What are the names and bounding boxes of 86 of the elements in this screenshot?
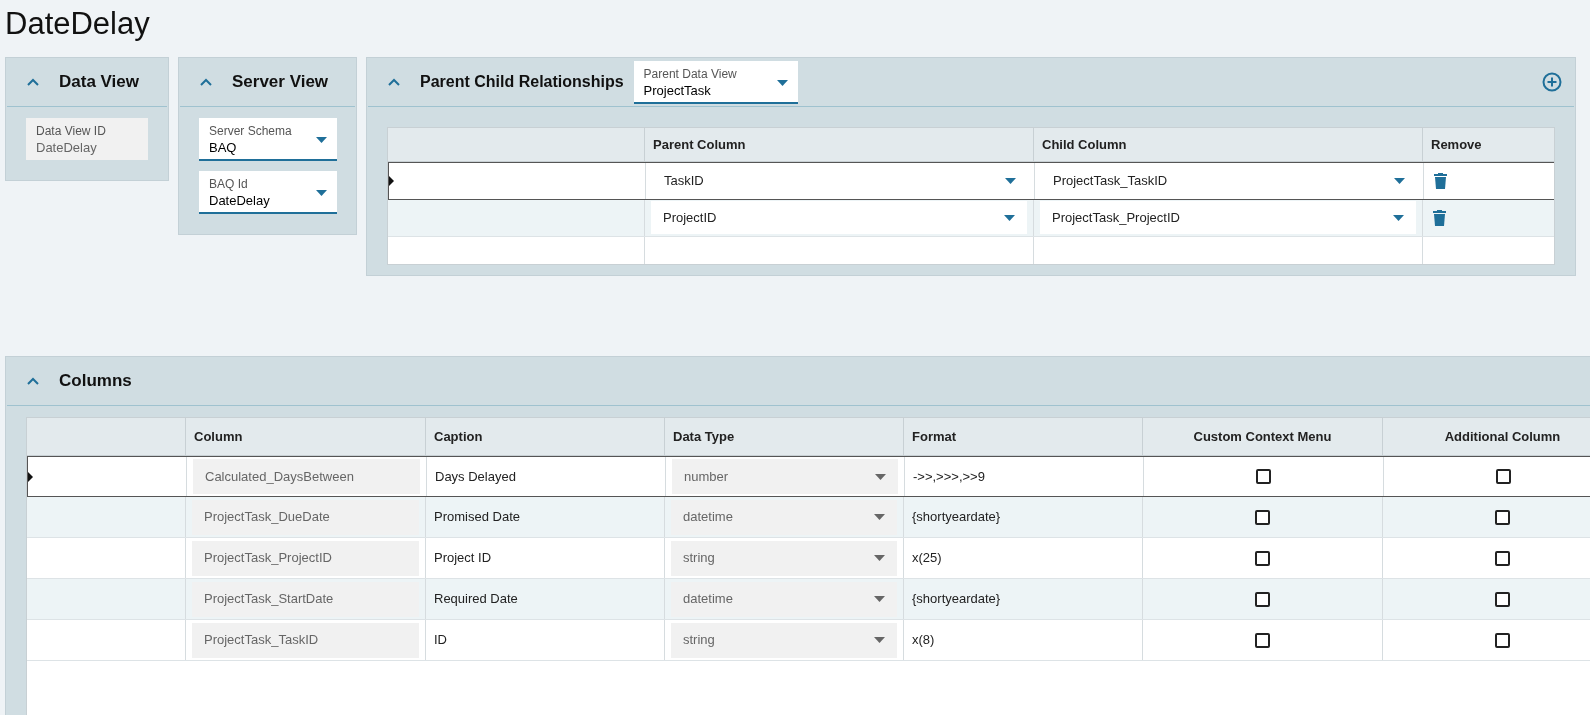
field-value: ProjectTask [643, 81, 712, 99]
column-header[interactable]: Data Type [665, 418, 904, 455]
caret-icon [1005, 178, 1016, 185]
caret-icon [776, 79, 788, 86]
dropdown-field[interactable]: BAQ Id DateDelay [199, 171, 337, 214]
column-header[interactable]: Remove [1423, 128, 1554, 162]
table-row[interactable]: TaskID ProjectTask_TaskID [388, 162, 1554, 200]
field-label: Data View ID [36, 124, 107, 139]
panel-title: Data View [59, 71, 139, 94]
table-row[interactable]: ProjectTask_TaskID ID string x(8) [27, 620, 1590, 661]
chevron-up-icon[interactable] [27, 78, 39, 86]
panel-title: Columns [59, 370, 132, 393]
caption-cell[interactable]: ID [426, 620, 665, 660]
panel-title: Server View [232, 71, 329, 94]
trash-icon[interactable] [1434, 173, 1447, 190]
caret-icon [874, 596, 885, 602]
field-label: Server Schema [209, 124, 293, 139]
chevron-up-icon[interactable] [200, 78, 212, 86]
field-label: Parent Data View [643, 66, 738, 82]
checkbox[interactable] [1255, 632, 1270, 648]
column-header[interactable]: Format [904, 418, 1143, 455]
dropdown-field[interactable]: Parent Data View ProjectTask [633, 60, 798, 104]
caret-icon [874, 637, 885, 643]
data-type-dropdown[interactable]: string [671, 540, 897, 576]
caption-cell[interactable]: Required Date [426, 579, 665, 619]
format-cell[interactable]: {shortyeardate} [904, 497, 1143, 537]
current-row-icon [389, 176, 394, 187]
checkbox[interactable] [1495, 550, 1510, 566]
column-header[interactable]: Caption [426, 418, 665, 455]
field-value: DateDelay [209, 192, 271, 209]
column-header[interactable]: Additional Column [1383, 418, 1590, 455]
panel-title: Parent Child Relationships [420, 72, 624, 92]
table-row[interactable]: ProjectID ProjectTask_ProjectID [388, 199, 1554, 237]
trash-icon[interactable] [1433, 209, 1446, 226]
format-cell[interactable]: ->>,>>>,>>9 [905, 457, 1144, 496]
column-name-field[interactable]: ProjectTask_StartDate [192, 581, 419, 617]
add-circle-icon[interactable] [1542, 72, 1562, 92]
parent-column-dropdown[interactable]: ProjectID [651, 201, 1027, 235]
column-header[interactable]: Parent Column [645, 128, 1034, 162]
caption-cell[interactable]: Promised Date [426, 497, 665, 537]
checkbox[interactable] [1255, 591, 1270, 607]
field-value: BAQ [209, 139, 238, 156]
checkbox[interactable] [1496, 469, 1511, 484]
column-name-field[interactable]: Calculated_DaysBetween [193, 459, 420, 494]
column-name-field[interactable]: ProjectTask_ProjectID [192, 540, 419, 576]
caret-icon [874, 555, 885, 561]
data-type-dropdown[interactable]: datetime [671, 581, 897, 617]
caret-icon [875, 473, 886, 480]
format-cell[interactable]: x(25) [904, 538, 1143, 578]
column-name-field[interactable]: ProjectTask_DueDate [192, 499, 419, 535]
page-title: DateDelay [4, 5, 151, 43]
caret-icon [874, 514, 885, 520]
checkbox[interactable] [1495, 509, 1510, 525]
caret-icon [1393, 214, 1404, 221]
caret-icon [1004, 214, 1015, 221]
chevron-up-icon[interactable] [27, 377, 39, 385]
format-cell[interactable]: {shortyeardate} [904, 579, 1143, 619]
child-column-dropdown[interactable]: ProjectTask_ProjectID [1040, 201, 1416, 235]
table-row[interactable]: ProjectTask_StartDate Required Date datetime {shortyeardate} [27, 579, 1590, 620]
field-label: BAQ Id [209, 177, 249, 192]
caret-icon [316, 190, 327, 196]
data-type-dropdown[interactable]: number [672, 459, 898, 494]
caption-cell[interactable]: Days Delayed [427, 457, 666, 496]
table-row[interactable]: Calculated_DaysBetween Days Delayed number ->>,>>>,>>9 [27, 456, 1590, 497]
checkbox[interactable] [1255, 509, 1270, 525]
format-cell[interactable]: x(8) [904, 620, 1143, 660]
chevron-up-icon[interactable] [388, 78, 400, 86]
caret-icon [316, 137, 327, 143]
caption-cell[interactable]: Project ID [426, 538, 665, 578]
data-type-dropdown[interactable]: string [671, 622, 897, 658]
column-header[interactable]: Column [186, 418, 426, 455]
field-value: DateDelay [36, 139, 98, 157]
column-header[interactable]: Custom Context Menu [1143, 418, 1383, 455]
dropdown-field[interactable]: Server Schema BAQ [199, 118, 337, 161]
checkbox[interactable] [1495, 632, 1510, 648]
caret-icon [1394, 178, 1405, 185]
current-row-icon [28, 471, 33, 482]
table-row[interactable]: ProjectTask_ProjectID Project ID string x(25) [27, 538, 1590, 579]
data-view-id-field[interactable]: Data View ID DateDelay [26, 118, 148, 160]
table-row[interactable]: ProjectTask_DueDate Promised Date datetime {shortyeardate} [27, 497, 1590, 538]
data-type-dropdown[interactable]: datetime [671, 499, 897, 535]
checkbox[interactable] [1255, 550, 1270, 566]
column-name-field[interactable]: ProjectTask_TaskID [192, 622, 419, 658]
checkbox[interactable] [1256, 469, 1271, 484]
checkbox[interactable] [1495, 591, 1510, 607]
column-header[interactable]: Child Column [1034, 128, 1423, 162]
